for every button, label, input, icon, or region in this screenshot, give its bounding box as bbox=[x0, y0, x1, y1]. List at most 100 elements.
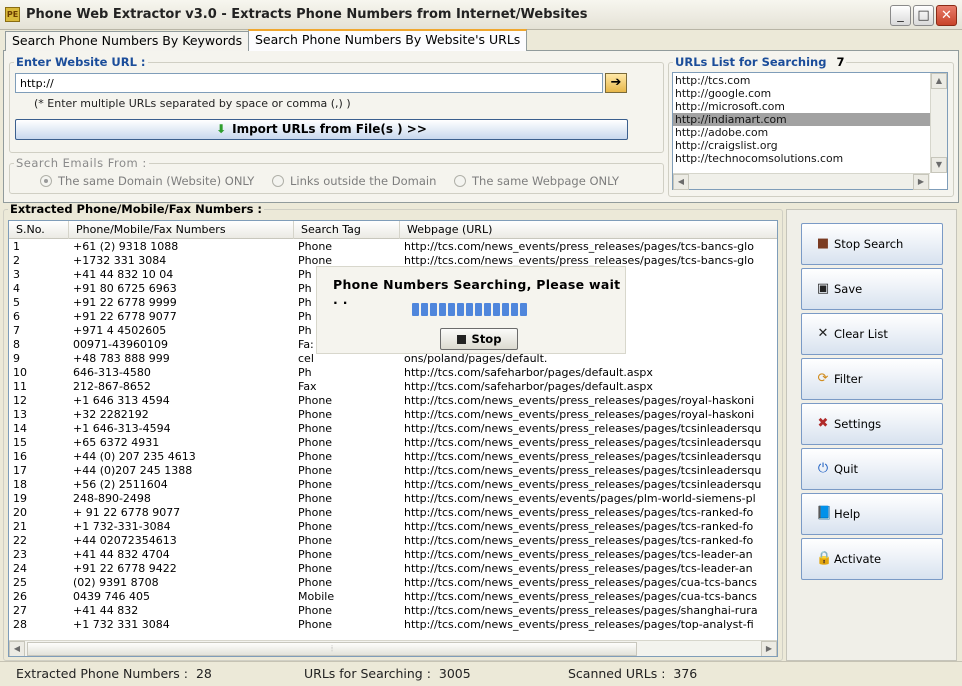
cell-sno: 23 bbox=[9, 548, 69, 562]
grid-scroll-thumb[interactable]: ⦙ bbox=[27, 642, 637, 656]
url-list-item[interactable]: http://technocomsolutions.com bbox=[673, 152, 947, 165]
cell-webpage: http://tcs.com/news_events/press_release… bbox=[400, 240, 778, 254]
tools-icon: ✖ bbox=[816, 417, 830, 431]
cell-sno: 4 bbox=[9, 282, 69, 296]
radio-same-domain[interactable]: The same Domain (Website) ONLY bbox=[40, 174, 254, 188]
save-button[interactable]: ▣Save bbox=[801, 268, 943, 310]
table-row[interactable]: 20+ 91 22 6778 9077Phonehttp://tcs.com/n… bbox=[9, 506, 778, 520]
table-row[interactable]: 13+32 2282192Phonehttp://tcs.com/news_ev… bbox=[9, 408, 778, 422]
url-list-item[interactable]: http://google.com bbox=[673, 87, 947, 100]
add-url-arrow-button[interactable]: ➔ bbox=[605, 73, 627, 93]
progress-block bbox=[439, 303, 446, 316]
download-arrow-icon: ⬇ bbox=[216, 120, 226, 139]
results-group-title: Extracted Phone/Mobile/Fax Numbers : bbox=[8, 202, 264, 216]
table-row[interactable]: 11212-867-8652Faxhttp://tcs.com/safeharb… bbox=[9, 380, 778, 394]
table-row[interactable]: 16+44 (0) 207 235 4613Phonehttp://tcs.co… bbox=[9, 450, 778, 464]
scroll-down-icon[interactable]: ▼ bbox=[931, 157, 947, 173]
cell-number: +41 44 832 10 04 bbox=[69, 268, 294, 282]
status-scanned-urls: Scanned URLs : 376 bbox=[568, 666, 697, 681]
filter-button[interactable]: ⟳Filter bbox=[801, 358, 943, 400]
cell-number: +1 732-331-3084 bbox=[69, 520, 294, 534]
close-button[interactable]: ✕ bbox=[936, 5, 957, 26]
maximize-button[interactable]: □ bbox=[913, 5, 934, 26]
table-row[interactable]: 27+41 44 832Phonehttp://tcs.com/news_eve… bbox=[9, 604, 778, 618]
progress-indicator bbox=[412, 303, 529, 315]
table-row[interactable]: 1+61 (2) 9318 1088Phonehttp://tcs.com/ne… bbox=[9, 240, 778, 254]
table-row[interactable]: 14+1 646-313-4594Phonehttp://tcs.com/new… bbox=[9, 422, 778, 436]
cell-number: +971 4 4502605 bbox=[69, 324, 294, 338]
cell-webpage: http://tcs.com/news_events/press_release… bbox=[400, 604, 778, 618]
table-row[interactable]: 10646-313-4580Phhttp://tcs.com/safeharbo… bbox=[9, 366, 778, 380]
table-row[interactable]: 18+56 (2) 2511604Phonehttp://tcs.com/new… bbox=[9, 478, 778, 492]
cell-webpage: http://tcs.com/news_events/events/pages/… bbox=[400, 492, 778, 506]
progress-block bbox=[511, 303, 518, 316]
cell-number: +32 2282192 bbox=[69, 408, 294, 422]
close-x-icon: ✕ bbox=[816, 327, 830, 341]
help-button[interactable]: 📘Help bbox=[801, 493, 943, 535]
column-header-webpage[interactable]: Webpage (URL) bbox=[400, 221, 778, 239]
cell-search-tag: Phone bbox=[294, 422, 400, 436]
tab-search-by-urls[interactable]: Search Phone Numbers By Website's URLs bbox=[248, 29, 527, 51]
table-row[interactable]: 28+1 732 331 3084Phonehttp://tcs.com/new… bbox=[9, 618, 778, 632]
urls-vertical-scrollbar[interactable]: ▲ ▼ bbox=[930, 73, 947, 173]
url-list-item[interactable]: http://tcs.com bbox=[673, 74, 947, 87]
cell-webpage: http://tcs.com/news_events/press_release… bbox=[400, 464, 778, 478]
cell-webpage: http://tcs.com/news_events/press_release… bbox=[400, 520, 778, 534]
radio-links-outside-label: Links outside the Domain bbox=[290, 174, 436, 188]
url-list-item[interactable]: http://indiamart.com bbox=[673, 113, 947, 126]
scroll-left-icon[interactable]: ◀ bbox=[9, 641, 25, 657]
scroll-right-icon[interactable]: ▶ bbox=[913, 174, 929, 190]
urls-count: 7 bbox=[836, 55, 844, 69]
scroll-up-icon[interactable]: ▲ bbox=[931, 73, 947, 89]
quit-button[interactable]: ⏻Quit bbox=[801, 448, 943, 490]
cell-sno: 7 bbox=[9, 324, 69, 338]
table-row[interactable]: 17+44 (0)207 245 1388Phonehttp://tcs.com… bbox=[9, 464, 778, 478]
padlock-icon: 🔒 bbox=[816, 552, 830, 566]
stop-button-label: Stop bbox=[472, 332, 502, 346]
activate-button[interactable]: 🔒Activate bbox=[801, 538, 943, 580]
table-row[interactable]: 15+65 6372 4931Phonehttp://tcs.com/news_… bbox=[9, 436, 778, 450]
radio-links-outside-domain[interactable]: Links outside the Domain bbox=[272, 174, 436, 188]
app-icon: PE bbox=[5, 7, 20, 22]
stop-search-button[interactable]: ■Stop Search bbox=[801, 223, 943, 265]
minimize-button[interactable]: _ bbox=[890, 5, 911, 26]
scroll-right-icon[interactable]: ▶ bbox=[761, 641, 777, 657]
cell-webpage: http://tcs.com/news_events/press_release… bbox=[400, 562, 778, 576]
table-row[interactable]: 19248-890-2498Phonehttp://tcs.com/news_e… bbox=[9, 492, 778, 506]
url-input[interactable] bbox=[15, 73, 603, 93]
tab-search-by-keywords[interactable]: Search Phone Numbers By Keywords bbox=[5, 31, 249, 51]
radio-same-webpage[interactable]: The same Webpage ONLY bbox=[454, 174, 619, 188]
url-list-item[interactable]: http://craigslist.org bbox=[673, 139, 947, 152]
settings-button[interactable]: ✖Settings bbox=[801, 403, 943, 445]
cell-webpage: ons/poland/pages/default. bbox=[400, 352, 778, 366]
search-emails-from-title: Search Emails From : bbox=[14, 156, 149, 170]
table-row[interactable]: 24+91 22 6778 9422Phonehttp://tcs.com/ne… bbox=[9, 562, 778, 576]
cell-number: +44 (0)207 245 1388 bbox=[69, 464, 294, 478]
grid-horizontal-scrollbar[interactable]: ◀ ⦙ ▶ bbox=[9, 640, 777, 656]
clear-list-button[interactable]: ✕Clear List bbox=[801, 313, 943, 355]
url-list-item[interactable]: http://adobe.com bbox=[673, 126, 947, 139]
table-row[interactable]: 21+1 732-331-3084Phonehttp://tcs.com/new… bbox=[9, 520, 778, 534]
table-row[interactable]: 9+48 783 888 999celons/poland/pages/defa… bbox=[9, 352, 778, 366]
filter-refresh-icon: ⟳ bbox=[816, 372, 830, 386]
stop-button[interactable]: Stop bbox=[440, 328, 518, 350]
table-row[interactable]: 22+44 02072354613Phonehttp://tcs.com/new… bbox=[9, 534, 778, 548]
table-row[interactable]: 23+41 44 832 4704Phonehttp://tcs.com/new… bbox=[9, 548, 778, 562]
url-list-item[interactable]: http://microsoft.com bbox=[673, 100, 947, 113]
progress-block bbox=[502, 303, 509, 316]
column-header-search-tag[interactable]: Search Tag bbox=[294, 221, 400, 239]
quit-label: Quit bbox=[834, 462, 858, 476]
progress-block bbox=[466, 303, 473, 316]
radio-same-webpage-label: The same Webpage ONLY bbox=[472, 174, 619, 188]
table-row[interactable]: 12+1 646 313 4594Phonehttp://tcs.com/new… bbox=[9, 394, 778, 408]
table-row[interactable]: 25(02) 9391 8708Phonehttp://tcs.com/news… bbox=[9, 576, 778, 590]
column-header-sno[interactable]: S.No. bbox=[9, 221, 69, 239]
cell-sno: 12 bbox=[9, 394, 69, 408]
column-header-numbers[interactable]: Phone/Mobile/Fax Numbers bbox=[69, 221, 294, 239]
cell-search-tag: Fax bbox=[294, 380, 400, 394]
import-urls-button[interactable]: ⬇Import URLs from File(s ) >> bbox=[15, 119, 628, 140]
table-row[interactable]: 260439 746 405Mobilehttp://tcs.com/news_… bbox=[9, 590, 778, 604]
scroll-left-icon[interactable]: ◀ bbox=[673, 174, 689, 190]
urls-horizontal-scrollbar[interactable]: ◀ ▶ bbox=[673, 173, 930, 189]
cell-sno: 3 bbox=[9, 268, 69, 282]
